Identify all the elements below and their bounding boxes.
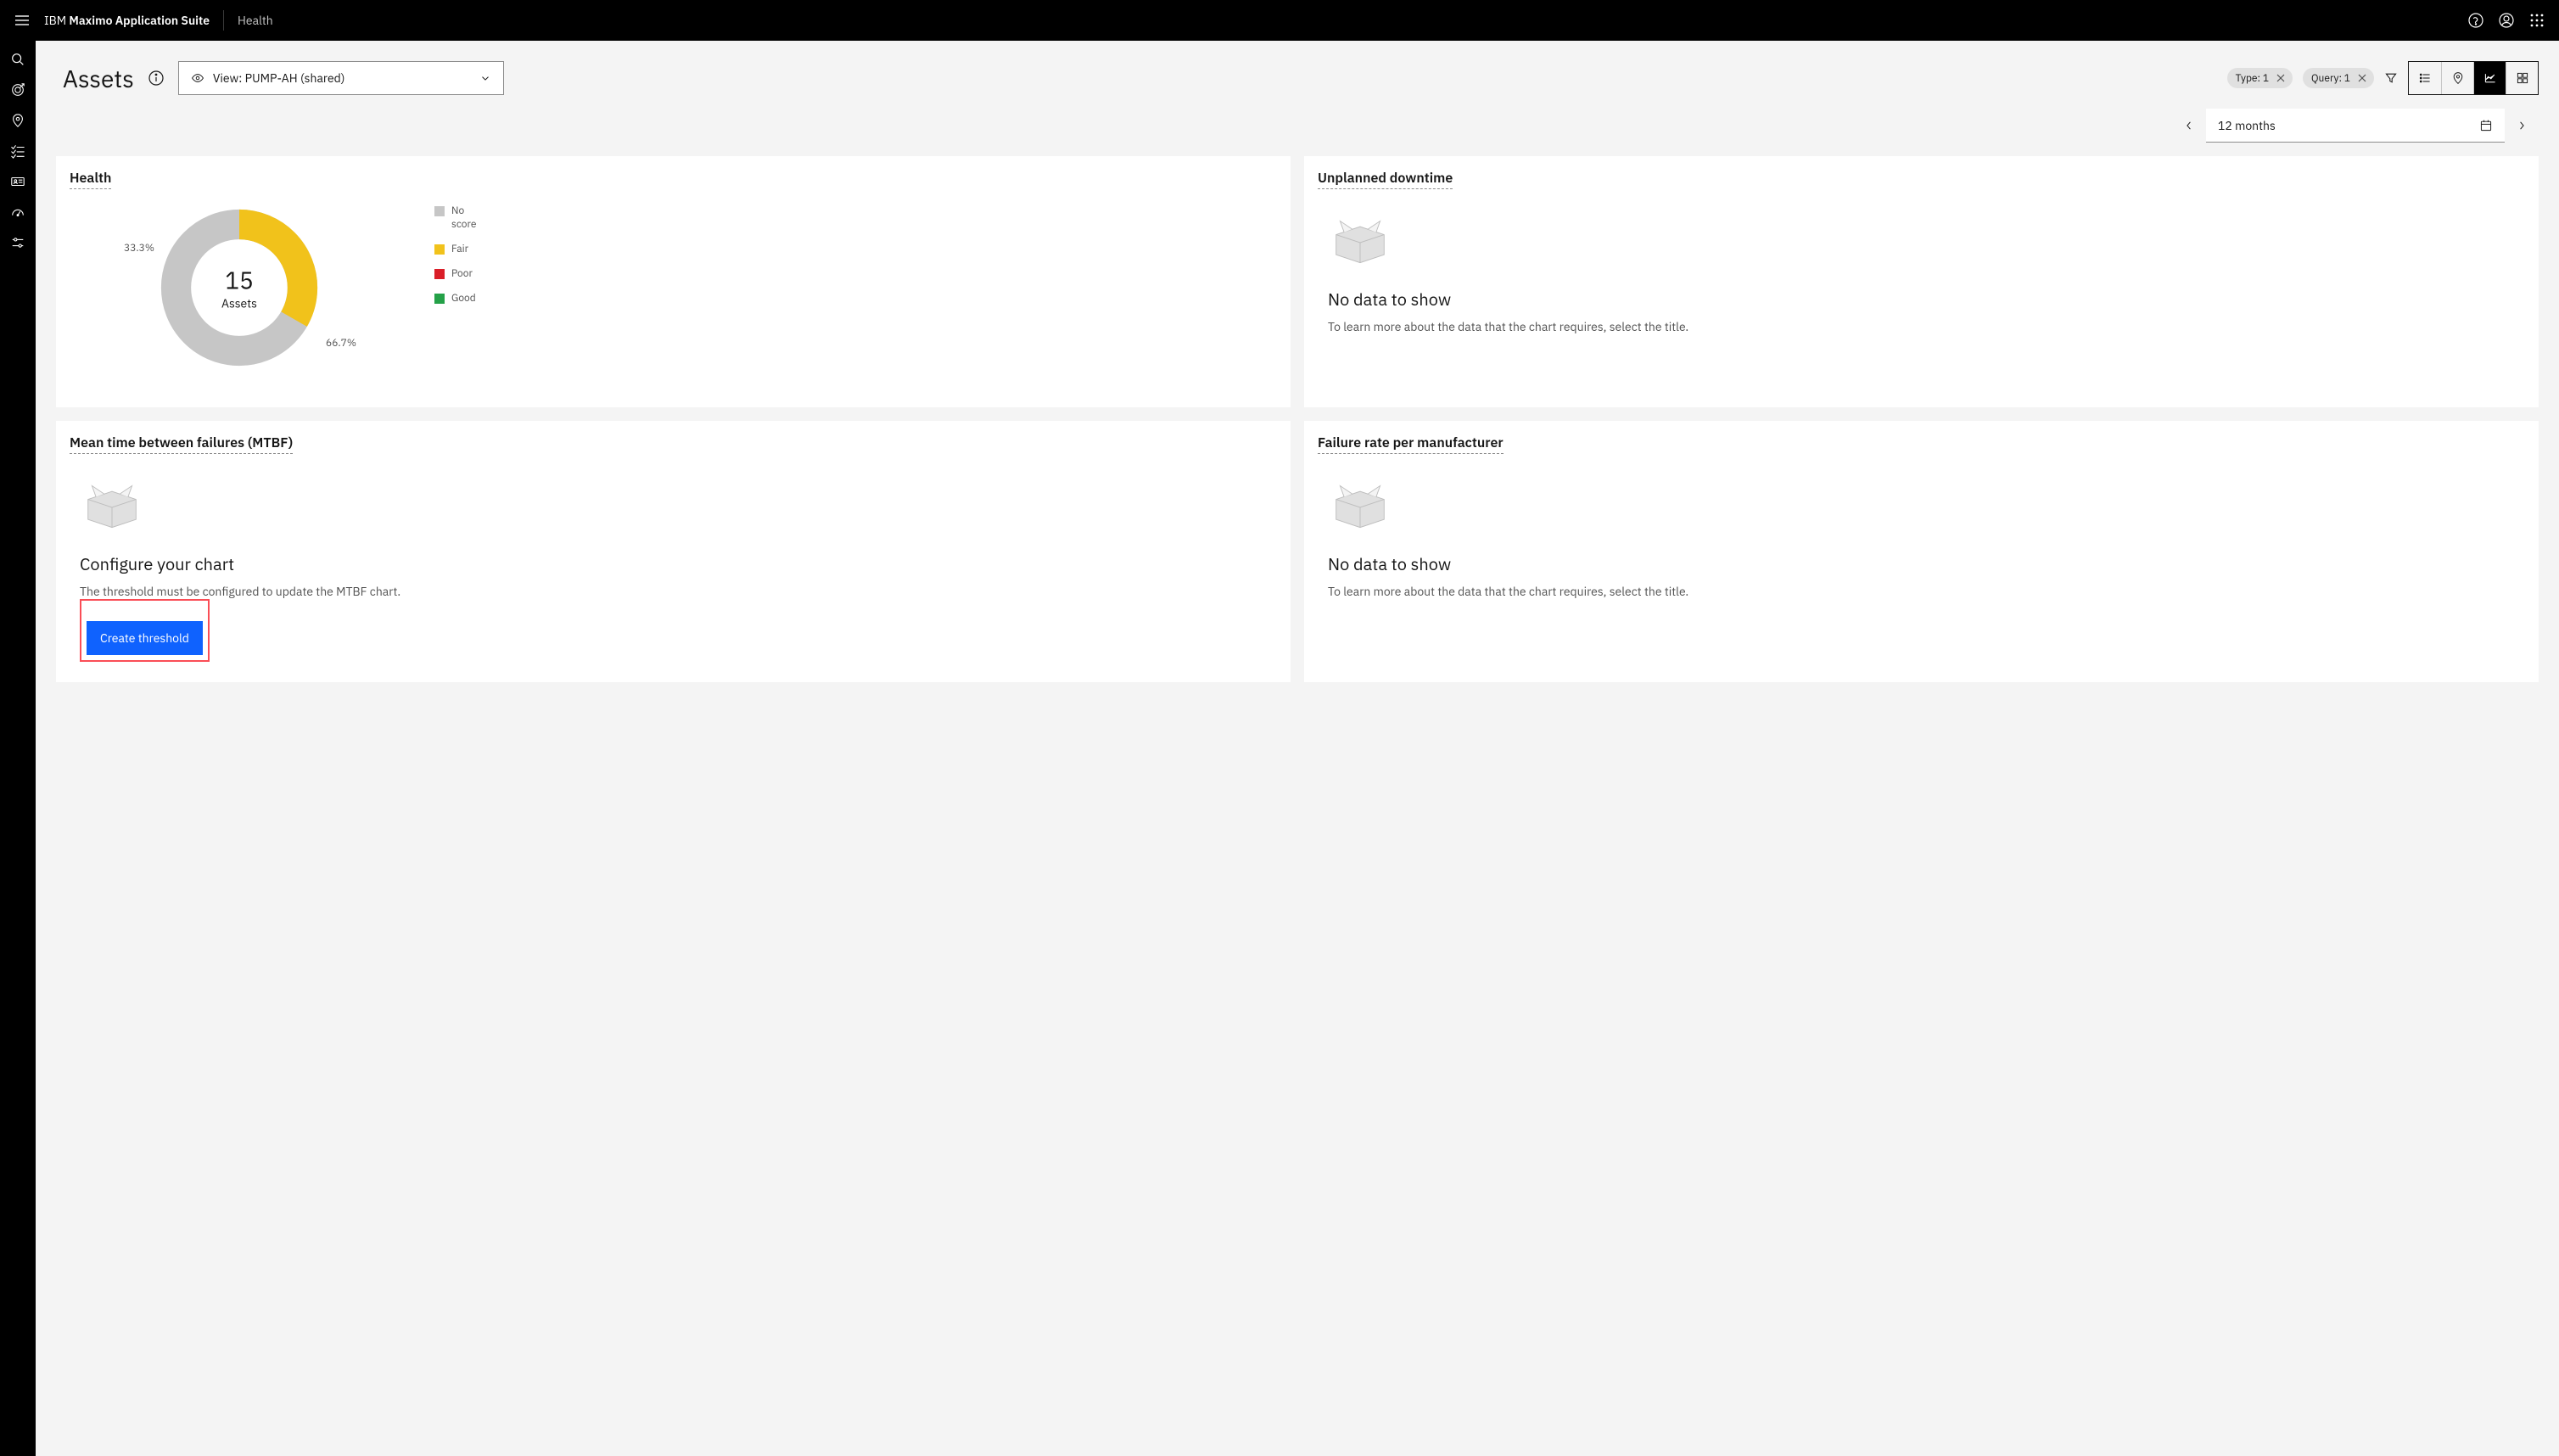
legend-item-fair: Fair (434, 243, 485, 255)
search-icon[interactable] (9, 51, 26, 68)
swatch-fair (434, 244, 445, 255)
donut-pct-noscore: 66.7% (326, 337, 356, 350)
donut-pct-fair: 33.3% (124, 242, 154, 255)
swatch-poor (434, 269, 445, 279)
failure-rate-empty-title: No data to show (1328, 552, 2518, 575)
view-toggle-chart[interactable] (2473, 62, 2506, 94)
filter-chip-query-label: Query: 1 (2311, 72, 2350, 85)
filter-icon[interactable] (2384, 71, 2398, 85)
id-card-icon[interactable] (9, 173, 26, 190)
date-range-selector[interactable]: 12 months (2206, 109, 2505, 143)
view-toggle-group (2408, 61, 2539, 95)
brand-prefix: IBM (44, 13, 69, 28)
filter-chip-query[interactable]: Query: 1 (2303, 68, 2374, 88)
health-donut: 15 Assets (156, 204, 322, 371)
date-range-label: 12 months (2218, 118, 2471, 133)
header-divider (223, 10, 224, 31)
legend-label-fair: Fair (451, 243, 468, 255)
user-icon[interactable] (2498, 12, 2515, 29)
page-title: Assets (63, 63, 134, 94)
legend-label-noscore: No score (451, 204, 485, 231)
view-toggle-grid[interactable] (2506, 62, 2538, 94)
failure-rate-empty-desc: To learn more about the data that the ch… (1328, 584, 2518, 599)
view-toggle-map[interactable] (2441, 62, 2473, 94)
legend-item-noscore: No score (434, 204, 485, 231)
left-sidebar (0, 41, 36, 1456)
gauge-icon[interactable] (9, 204, 26, 221)
swatch-good (434, 294, 445, 304)
highlight-annotation: Create threshold (80, 599, 210, 662)
header-subtitle: Health (238, 13, 273, 28)
calendar-icon (2479, 119, 2493, 132)
view-toggle-list[interactable] (2409, 62, 2441, 94)
empty-box-icon (1328, 479, 1392, 535)
downtime-empty-title: No data to show (1328, 288, 2518, 311)
card-mtbf-title[interactable]: Mean time between failures (MTBF) (70, 434, 293, 454)
date-range-row: 12 months (36, 95, 2559, 156)
card-mtbf: Mean time between failures (MTBF) Config… (56, 421, 1291, 682)
mtbf-empty-title: Configure your chart (80, 552, 1270, 575)
card-health-title[interactable]: Health (70, 170, 111, 189)
chevron-down-icon (479, 72, 491, 84)
close-icon[interactable] (2274, 71, 2287, 85)
filter-chip-type-label: Type: 1 (2236, 72, 2269, 85)
apps-icon[interactable] (2528, 12, 2545, 29)
card-downtime-title[interactable]: Unplanned downtime (1318, 170, 1453, 189)
card-health: Health 33.3% 66.7% 15 Assets (56, 156, 1291, 407)
donut-center-value: 15 (221, 265, 257, 296)
legend-item-good: Good (434, 292, 485, 305)
target-icon[interactable] (9, 81, 26, 98)
downtime-empty-desc: To learn more about the data that the ch… (1328, 319, 2518, 334)
info-icon[interactable] (148, 70, 165, 87)
page-header: Assets View: PUMP-AH (shared) Type: 1 Qu… (36, 41, 2559, 95)
card-failure-rate: Failure rate per manufacturer No data to… (1304, 421, 2539, 682)
legend-label-good: Good (451, 292, 476, 305)
mtbf-empty-desc: The threshold must be configured to upda… (80, 584, 1270, 599)
empty-box-icon (1328, 215, 1392, 271)
brand-bold: Maximo Application Suite (69, 13, 210, 28)
top-header: IBM Maximo Application Suite Health (0, 0, 2559, 41)
checklist-icon[interactable] (9, 143, 26, 160)
date-prev-button[interactable] (2172, 109, 2206, 143)
date-next-button[interactable] (2505, 109, 2539, 143)
swatch-noscore (434, 206, 445, 216)
filter-chip-type[interactable]: Type: 1 (2227, 68, 2293, 88)
location-icon[interactable] (9, 112, 26, 129)
legend-item-poor: Poor (434, 267, 485, 280)
empty-box-icon (80, 479, 144, 535)
view-selector[interactable]: View: PUMP-AH (shared) (178, 61, 504, 95)
close-icon[interactable] (2355, 71, 2369, 85)
hamburger-icon[interactable] (14, 12, 31, 29)
card-failure-rate-title[interactable]: Failure rate per manufacturer (1318, 434, 1503, 454)
eye-icon (191, 71, 204, 85)
donut-center-label: Assets (221, 296, 257, 311)
legend-label-poor: Poor (451, 267, 473, 280)
card-downtime: Unplanned downtime No data to show To le… (1304, 156, 2539, 407)
view-selector-label: View: PUMP-AH (shared) (213, 70, 471, 86)
brand: IBM Maximo Application Suite (44, 13, 210, 28)
legend: No score Fair Poor Good (434, 204, 485, 305)
help-icon[interactable] (2467, 12, 2484, 29)
create-threshold-button[interactable]: Create threshold (87, 621, 203, 655)
sliders-icon[interactable] (9, 234, 26, 251)
